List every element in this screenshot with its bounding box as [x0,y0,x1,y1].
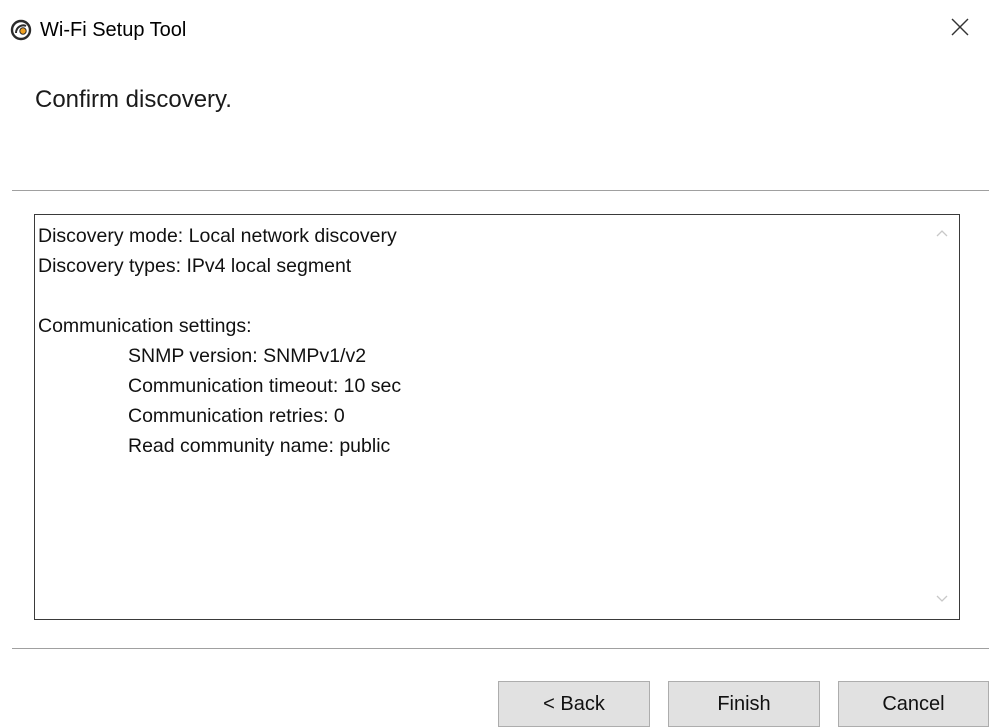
summary-line [38,281,923,311]
scroll-up-button[interactable] [925,217,959,251]
close-icon [950,17,970,42]
summary-line: Read community name: public [128,435,391,457]
chevron-down-icon [935,591,949,609]
title-bar: Wi-Fi Setup Tool [0,0,989,58]
cancel-button[interactable]: Cancel [838,681,989,727]
summary-line: Communication settings: [38,315,252,337]
close-button[interactable] [931,0,989,58]
summary-line: SNMP version: SNMPv1/v2 [128,345,367,367]
finish-button[interactable]: Finish [668,681,820,727]
summary-line: Discovery types: IPv4 local segment [38,255,352,277]
vertical-scrollbar[interactable] [925,215,959,619]
back-button[interactable]: < Back [498,681,650,727]
summary-text: Discovery mode: Local network discovery … [38,221,923,461]
summary-line: Discovery mode: Local network discovery [38,225,397,247]
discovery-summary-textbox[interactable]: Discovery mode: Local network discovery … [34,214,960,620]
chevron-up-icon [935,225,949,243]
scroll-down-button[interactable] [925,583,959,617]
header-divider [12,190,989,192]
summary-line: Communication timeout: 10 sec [128,375,402,397]
page-title: Confirm discovery. [35,86,232,113]
summary-line: Communication retries: 0 [128,405,345,427]
footer-divider [12,648,989,650]
window-title: Wi-Fi Setup Tool [40,19,187,41]
wifi-setup-app-icon [10,19,32,41]
